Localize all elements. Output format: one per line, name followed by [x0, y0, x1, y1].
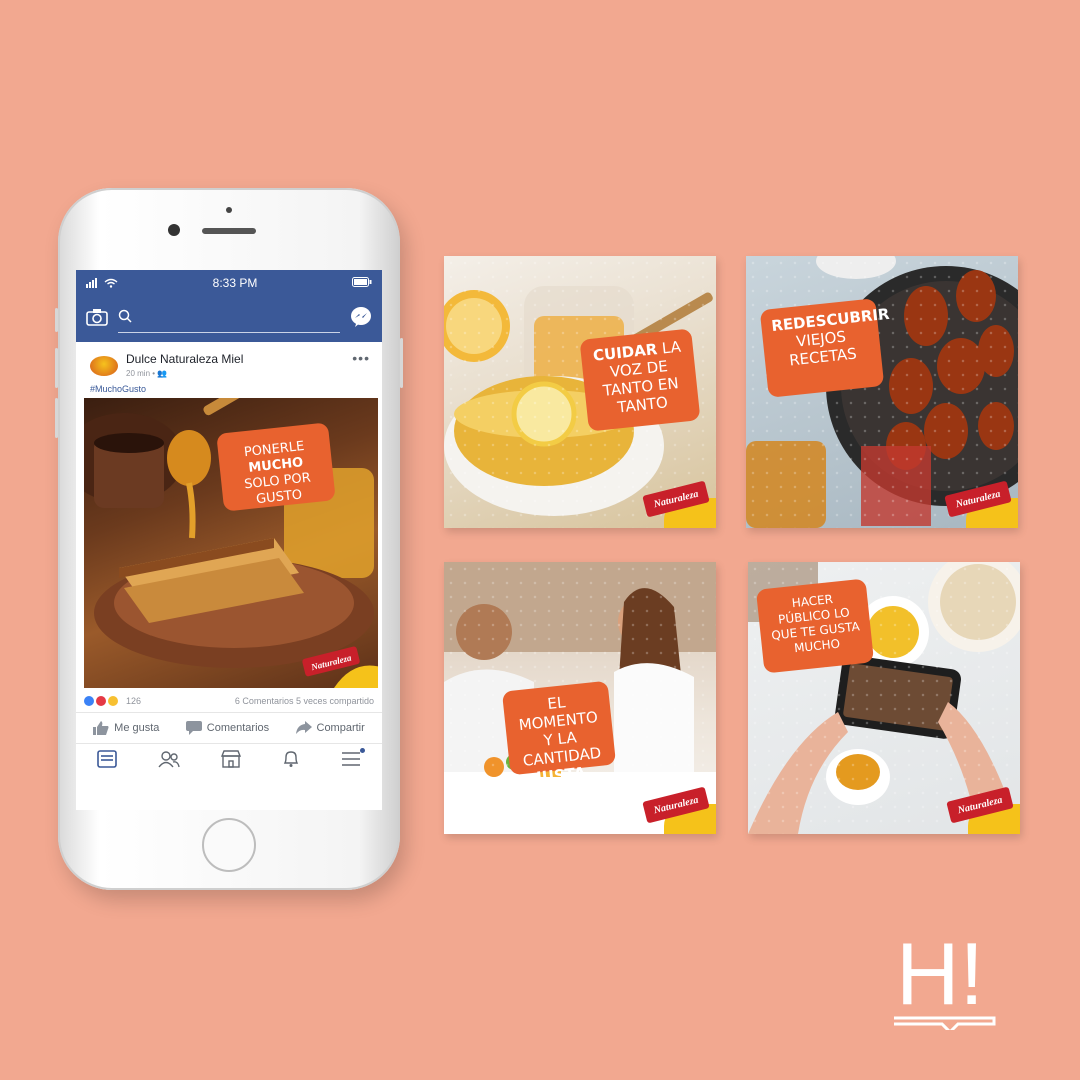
- card-1-speech-bubble: Cuidar la voz de tanto en tanto: [579, 328, 701, 432]
- marketplace-icon[interactable]: [220, 749, 242, 773]
- post-card-tea[interactable]: Cuidar la voz de tanto en tanto Naturale…: [444, 256, 716, 528]
- post-header: Dulce Naturaleza Miel 20 min • 👥 •••: [76, 342, 382, 382]
- post-card-wings[interactable]: Redescubrir viejos recetas Naturaleza: [746, 256, 1018, 528]
- signal-icon: [86, 278, 118, 288]
- share-label: Compartir: [316, 722, 365, 734]
- post-speech-bubble: Ponerle mucho solo por gusto: [216, 422, 336, 512]
- earpiece-speaker: [202, 228, 256, 234]
- reaction-count: 126: [126, 696, 142, 706]
- like-label: Me gusta: [114, 722, 160, 734]
- home-button[interactable]: [202, 818, 256, 872]
- brand-badge: Naturaleza: [942, 786, 1020, 834]
- card-4-bubble-rest: Hacer público lo que te gusta mucho: [770, 592, 861, 656]
- agency-logo-text: H!: [896, 924, 984, 1023]
- like-icon: [93, 721, 109, 735]
- card-2-bubble-rest: viejos recetas: [788, 327, 858, 370]
- status-time: 8:33 PM: [212, 276, 258, 290]
- post-card-phone-photo[interactable]: Hacer público lo que te gusta mucho Natu…: [748, 562, 1020, 834]
- post-image[interactable]: Naturaleza Ponerle mucho solo por gusto: [84, 398, 378, 688]
- reaction-icons: 126: [84, 696, 141, 706]
- search-icon: [118, 309, 132, 328]
- brand-badge: Naturaleza: [638, 786, 716, 834]
- wifi-icon: [104, 278, 118, 288]
- card-4-speech-bubble: Hacer público lo que te gusta mucho: [755, 578, 875, 674]
- proximity-sensor: [226, 207, 232, 213]
- phone-screen: 8:33 PM Dulce Naturaleza Miel 20 min • 👥…: [76, 270, 382, 810]
- page-name[interactable]: Dulce Naturaleza Miel: [126, 352, 243, 366]
- love-reaction-icon: [96, 696, 106, 706]
- more-options-icon[interactable]: •••: [352, 350, 370, 366]
- front-camera: [168, 224, 180, 236]
- wow-reaction-icon: [108, 696, 118, 706]
- status-bar: 8:33 PM: [76, 270, 382, 296]
- notification-dot: [360, 747, 366, 753]
- card-3-speech-bubble: El momento y la cantidad justa.: [501, 680, 617, 787]
- news-feed-icon[interactable]: [96, 749, 117, 773]
- agency-logo: H!: [892, 920, 1002, 1035]
- brand-badge: Naturaleza: [940, 480, 1018, 528]
- search-input[interactable]: [118, 306, 340, 333]
- volume-up-button: [55, 348, 58, 388]
- audience-icon: 👥: [157, 369, 168, 378]
- share-button[interactable]: Compartir: [295, 721, 365, 735]
- like-button[interactable]: Me gusta: [93, 721, 159, 735]
- reaction-summary[interactable]: 126 6 Comentarios 5 veces compartido: [76, 688, 382, 713]
- power-button: [400, 338, 403, 388]
- volume-down-button: [55, 398, 58, 438]
- card-3-bubble-rest: El momento y la cantidad: [517, 693, 603, 770]
- camera-icon[interactable]: [86, 308, 108, 331]
- menu-icon[interactable]: [341, 747, 366, 772]
- like-reaction-icon: [84, 696, 94, 706]
- post-meta: 20 min • 👥: [126, 369, 168, 378]
- comment-label: Comentarios: [206, 722, 270, 734]
- page-avatar[interactable]: [90, 356, 118, 376]
- post-hashtag[interactable]: #MuchoGusto: [76, 382, 382, 398]
- comment-icon: [185, 721, 202, 735]
- post-card-couple[interactable]: El momento y la cantidad justa. Naturale…: [444, 562, 716, 834]
- facebook-top-bar: [76, 296, 382, 342]
- brand-badge: Naturaleza: [638, 480, 716, 528]
- card-2-speech-bubble: Redescubrir viejos recetas: [759, 298, 890, 398]
- bell-icon[interactable]: [282, 750, 300, 773]
- post-actions: Me gusta Comentarios Compartir: [76, 713, 382, 744]
- phone-mockup: 8:33 PM Dulce Naturaleza Miel 20 min • 👥…: [55, 188, 403, 890]
- friends-icon[interactable]: [158, 750, 180, 773]
- comment-button[interactable]: Comentarios: [185, 721, 270, 735]
- bubble-text-post: solo por gusto: [243, 470, 312, 508]
- bottom-navigation: [76, 744, 382, 778]
- battery-icon: [351, 276, 372, 290]
- messenger-icon[interactable]: [350, 306, 372, 333]
- mute-switch: [55, 308, 58, 332]
- post-time: 20 min: [126, 369, 151, 378]
- share-icon: [295, 721, 312, 734]
- post-stats[interactable]: 6 Comentarios 5 veces compartido: [235, 696, 374, 706]
